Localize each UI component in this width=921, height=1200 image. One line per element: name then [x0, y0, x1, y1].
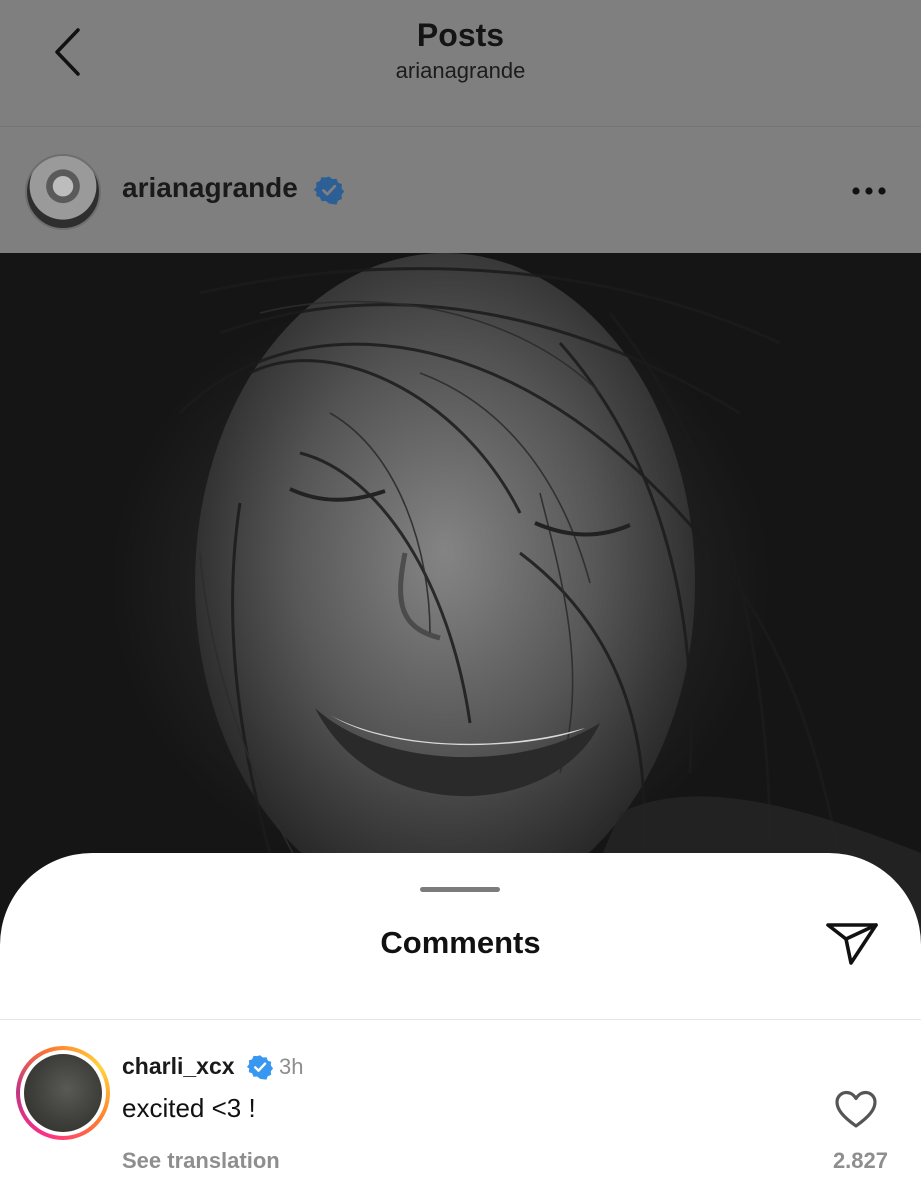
verified-badge-icon: [247, 1055, 273, 1080]
page-title: Posts: [416, 17, 505, 53]
commenter-username[interactable]: charli_xcx: [122, 1053, 235, 1080]
share-button[interactable]: [822, 917, 882, 969]
more-horizontal-icon: [852, 187, 886, 195]
verified-badge-icon: [314, 176, 344, 205]
like-comment-button[interactable]: [834, 1090, 878, 1130]
post-author-avatar[interactable]: [25, 154, 101, 230]
heart-outline-icon: [835, 1090, 877, 1128]
post-author-username[interactable]: arianagrande: [122, 172, 298, 204]
comment-timestamp: 3h: [279, 1054, 304, 1079]
comment-text: excited <3 !: [122, 1093, 256, 1123]
see-translation-link[interactable]: See translation: [122, 1148, 280, 1174]
top-nav-bar: Posts arianagrande: [0, 0, 921, 127]
commenter-avatar[interactable]: [16, 1046, 110, 1140]
title-group: Posts arianagrande: [0, 16, 921, 88]
avatar-image: [24, 1054, 102, 1132]
comment-like-count: 2.827: [832, 1148, 888, 1173]
page-subtitle: arianagrande: [395, 58, 526, 83]
more-options-button[interactable]: [848, 176, 890, 206]
comment-item: charli_xcx 3h excited <3 ! See translati…: [0, 1020, 921, 1200]
photo-artwork: [178, 253, 921, 953]
post-image[interactable]: [0, 253, 921, 953]
comments-sheet: Comments charli_xcx 3h excited <3 ! See …: [0, 853, 921, 1200]
sheet-drag-handle[interactable]: [420, 887, 500, 892]
post-header: arianagrande: [0, 128, 921, 253]
paper-plane-icon: [826, 923, 878, 965]
comments-title: Comments: [380, 925, 541, 960]
